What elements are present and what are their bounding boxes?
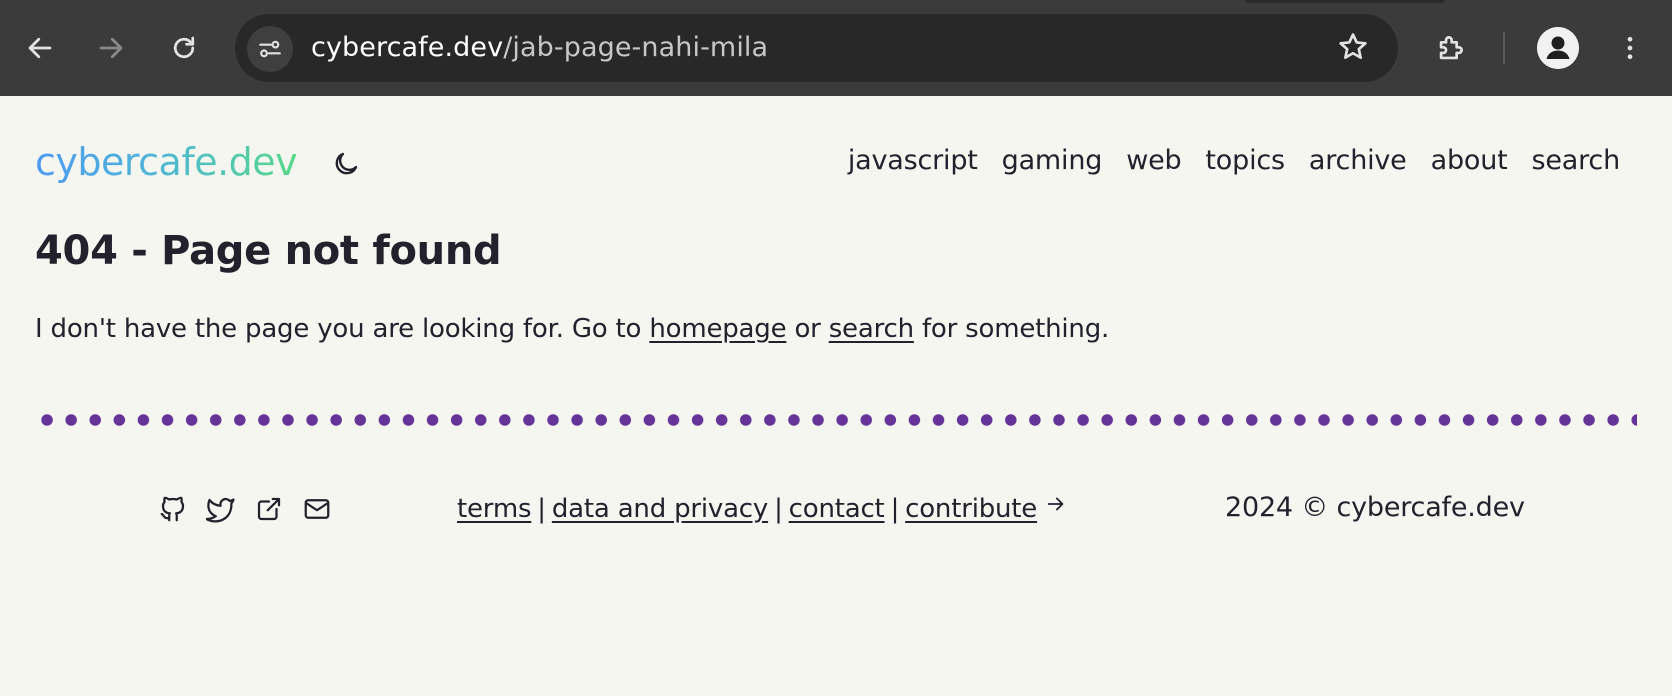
url-domain: cybercafe.dev bbox=[311, 32, 504, 63]
main-nav: javascript gaming web topics archive abo… bbox=[824, 145, 1620, 176]
message-text-pre: I don't have the page you are looking fo… bbox=[35, 314, 650, 344]
email-icon[interactable] bbox=[302, 494, 332, 524]
nav-web[interactable]: web bbox=[1126, 145, 1181, 176]
nav-about[interactable]: about bbox=[1431, 145, 1508, 176]
search-link[interactable]: search bbox=[829, 314, 914, 344]
page-title: 404 - Page not found bbox=[35, 228, 502, 274]
footer-separator: | bbox=[537, 494, 546, 524]
arrow-right-icon bbox=[1045, 492, 1067, 514]
bookmark-star-icon[interactable] bbox=[1336, 30, 1370, 68]
extensions-icon[interactable] bbox=[1431, 28, 1471, 68]
nav-javascript[interactable]: javascript bbox=[848, 145, 978, 176]
footer-contribute-link[interactable]: contribute bbox=[905, 494, 1037, 524]
forward-icon[interactable] bbox=[91, 28, 131, 68]
site-info-icon[interactable] bbox=[247, 26, 293, 72]
footer-separator: | bbox=[774, 494, 783, 524]
site-logo[interactable]: cybercafe.dev bbox=[35, 140, 298, 184]
nav-archive[interactable]: archive bbox=[1309, 145, 1407, 176]
url-path: /jab-page-nahi-mila bbox=[503, 32, 769, 63]
url-text[interactable]: cybercafe.dev/jab-page-nahi-mila bbox=[311, 32, 768, 63]
dotted-divider bbox=[35, 413, 1637, 427]
tab-strip-edge bbox=[1245, 0, 1445, 3]
nav-search[interactable]: search bbox=[1532, 145, 1621, 176]
footer-separator: | bbox=[890, 494, 900, 524]
address-bar[interactable]: cybercafe.dev/jab-page-nahi-mila bbox=[235, 14, 1398, 82]
toolbar-divider bbox=[1503, 32, 1505, 64]
external-link-icon[interactable] bbox=[254, 494, 284, 524]
message-text-mid: or bbox=[786, 314, 829, 344]
back-icon[interactable] bbox=[20, 28, 60, 68]
theme-toggle-moon-icon[interactable] bbox=[331, 149, 361, 179]
footer-privacy-link[interactable]: data and privacy bbox=[552, 494, 768, 524]
reload-icon[interactable] bbox=[164, 28, 204, 68]
message-text-post: for something. bbox=[913, 314, 1110, 344]
footer-links: terms | data and privacy | contact | contribut… bbox=[457, 492, 1067, 524]
menu-kebab-icon[interactable] bbox=[1610, 28, 1650, 68]
nav-topics[interactable]: topics bbox=[1205, 145, 1285, 176]
profile-avatar-icon[interactable] bbox=[1537, 27, 1579, 69]
homepage-link[interactable]: homepage bbox=[649, 314, 786, 344]
social-links bbox=[158, 494, 332, 524]
browser-toolbar: cybercafe.dev/jab-page-nahi-mila bbox=[0, 0, 1672, 96]
footer-contact-link[interactable]: contact bbox=[789, 494, 885, 524]
not-found-message: I don't have the page you are looking fo… bbox=[35, 314, 1109, 344]
github-icon[interactable] bbox=[158, 494, 188, 524]
footer-terms-link[interactable]: terms bbox=[457, 494, 531, 524]
twitter-icon[interactable] bbox=[205, 494, 236, 524]
copyright: 2024 © cybercafe.dev bbox=[1225, 492, 1525, 523]
nav-gaming[interactable]: gaming bbox=[1002, 145, 1103, 176]
